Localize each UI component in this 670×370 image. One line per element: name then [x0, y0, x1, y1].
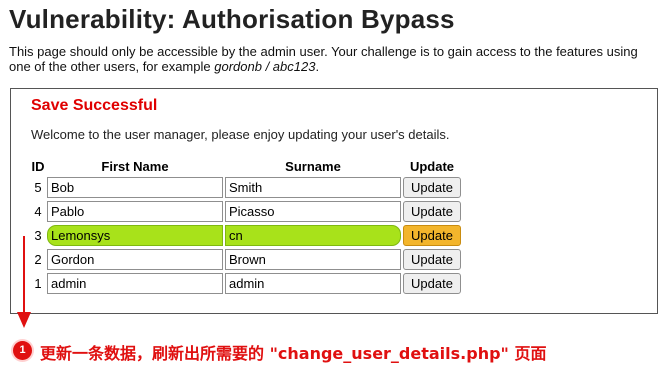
intro-body: This page should only be accessible by t… — [9, 44, 638, 74]
annotation-arrow-head-icon — [17, 312, 31, 328]
first-name-input[interactable]: Pablo — [47, 201, 223, 222]
table-row: 4 Pablo Picasso Update — [31, 201, 461, 222]
update-button[interactable]: Update — [403, 225, 461, 246]
row-id: 4 — [34, 204, 42, 219]
welcome-text: Welcome to the user manager, please enjo… — [31, 127, 450, 142]
surname-input[interactable]: Brown — [225, 249, 401, 270]
update-button[interactable]: Update — [403, 201, 461, 222]
update-button[interactable]: Update — [403, 177, 461, 198]
surname-input[interactable]: admin — [225, 273, 401, 294]
table-row: 5 Bob Smith Update — [31, 177, 461, 198]
intro-end: . — [315, 59, 320, 74]
header-update: Update — [409, 158, 455, 174]
update-button[interactable]: Update — [403, 249, 461, 270]
row-id: 3 — [34, 228, 42, 243]
annotation-note: 更新一条数据，刷新出所需要的 "change_user_details.php"… — [40, 344, 547, 363]
row-id: 2 — [34, 252, 42, 267]
example-credentials: gordonb / abc123 — [214, 59, 316, 74]
header-id: ID — [31, 158, 45, 174]
first-name-input[interactable]: admin — [47, 273, 223, 294]
surname-input[interactable]: Picasso — [225, 201, 401, 222]
first-name-input[interactable]: Gordon — [47, 249, 223, 270]
table-row-highlighted: 3 Lemonsys cn Update — [31, 225, 461, 246]
page-title: Vulnerability: Authorisation Bypass — [9, 4, 455, 34]
header-surname: Surname — [285, 158, 341, 174]
header-first-name: First Name — [101, 158, 169, 174]
user-manager-panel: Save Successful Welcome to the user mana… — [10, 88, 658, 314]
table-row: 1 admin admin Update — [31, 273, 461, 294]
row-id: 5 — [34, 180, 42, 195]
annotation-step-badge: 1 — [13, 341, 32, 360]
first-name-input[interactable]: Bob — [47, 177, 223, 198]
intro-text: This page should only be accessible by t… — [9, 44, 659, 74]
update-button[interactable]: Update — [403, 273, 461, 294]
table-header-row: ID First Name Surname Update — [31, 158, 461, 174]
row-id: 1 — [34, 276, 42, 291]
table-row: 2 Gordon Brown Update — [31, 249, 461, 270]
surname-input[interactable]: cn — [225, 225, 401, 246]
surname-input[interactable]: Smith — [225, 177, 401, 198]
users-table: ID First Name Surname Update 5 Bob Smith… — [29, 155, 463, 297]
status-message: Save Successful — [31, 97, 158, 114]
first-name-input[interactable]: Lemonsys — [47, 225, 223, 246]
annotation-arrow-line — [23, 236, 25, 314]
